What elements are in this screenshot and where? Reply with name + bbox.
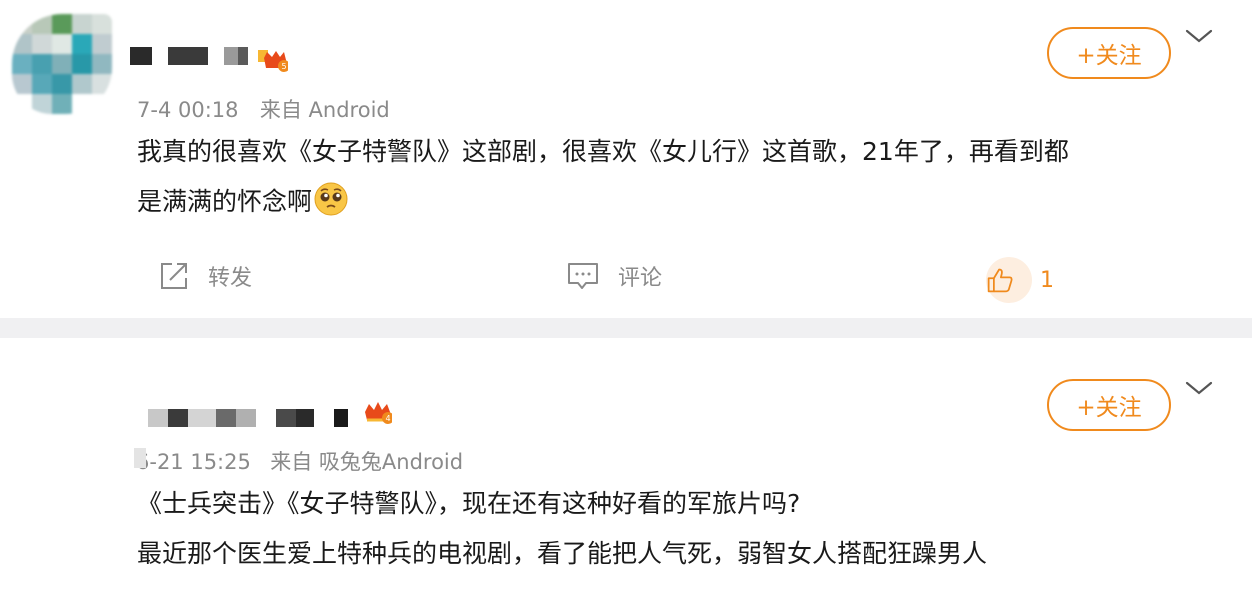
comment-card: 5 7-4 00:18 来自 Android 我真的很喜欢《女子特警队》这部剧，… — [0, 0, 1252, 318]
comment-line-2: 最近那个医生爱上特种兵的电视剧，看了能把人气死，弱智女人搭配狂躁男人 — [137, 539, 988, 568]
repost-label: 转发 — [208, 266, 253, 291]
avatar-mosaic-cell — [32, 34, 52, 54]
repost-icon — [161, 263, 187, 289]
avatar-mosaic-cell — [72, 34, 92, 54]
avatar-mosaic-cell — [12, 94, 32, 114]
post-separator — [0, 318, 1252, 338]
post-meta: 7-4 00:18 来自 Android — [137, 94, 390, 124]
comment-label: 评论 — [618, 266, 663, 291]
avatar-mosaic-cell — [52, 94, 72, 114]
vip-crown-icon: 5 — [258, 50, 288, 72]
post-meta: 6-21 15:25 来自 吸兔兔Android — [136, 446, 463, 476]
svg-text:5: 5 — [281, 62, 286, 71]
avatar-mosaic-cell — [32, 94, 52, 114]
pleading-face-icon — [314, 182, 348, 216]
avatar-mosaic-cell — [52, 74, 72, 94]
avatar-mosaic-cell — [12, 74, 32, 94]
avatar-mosaic-cell — [32, 74, 52, 94]
avatar-mosaic-cell — [72, 54, 92, 74]
comment-line-1: 我真的很喜欢《女子特警队》这部剧，很喜欢《女儿行》这首歌，21年了，再看到都 — [137, 137, 1069, 166]
svg-text:4: 4 — [385, 414, 390, 423]
follow-button[interactable]: +关注 — [1047, 27, 1171, 79]
comment-text: 我真的很喜欢《女子特警队》这部剧，很喜欢《女儿行》这首歌，21年了，再看到都 是… — [137, 127, 1069, 227]
avatar-mosaic-cell — [72, 14, 92, 34]
avatar-mosaic-cell — [92, 94, 112, 114]
post-time: 7-4 00:18 — [137, 98, 239, 122]
redaction-block — [134, 448, 146, 468]
like-icon-wrap — [986, 257, 1032, 303]
avatar-mosaic-cell — [72, 94, 92, 114]
avatar-mosaic-cell — [12, 14, 32, 34]
chevron-down-icon[interactable] — [1184, 378, 1214, 398]
comment-icon — [568, 263, 598, 289]
avatar-mosaic-cell — [32, 54, 52, 74]
comment-button[interactable]: 评论 — [566, 260, 662, 292]
avatar-mosaic-cell — [32, 14, 52, 34]
comment-text: 《士兵突击》《女子特警队》，现在还有这种好看的军旅片吗? 最近那个医生爱上特种兵… — [137, 479, 987, 579]
avatar[interactable] — [12, 14, 112, 114]
avatar-mosaic-cell — [52, 14, 72, 34]
chevron-down-icon[interactable] — [1184, 26, 1214, 46]
avatar-mosaic-cell — [12, 54, 32, 74]
thumbs-up-icon — [987, 268, 1013, 293]
avatar-mosaic-cell — [12, 34, 32, 54]
avatar-mosaic-cell — [92, 14, 112, 34]
post-source: 来自 吸兔兔Android — [270, 450, 464, 474]
post-time: 6-21 15:25 — [136, 450, 251, 474]
like-button[interactable]: 1 — [986, 257, 1054, 303]
avatar-mosaic-cell — [72, 74, 92, 94]
like-count: 1 — [1040, 267, 1054, 293]
follow-button[interactable]: +关注 — [1047, 379, 1171, 431]
avatar-mosaic-cell — [92, 34, 112, 54]
avatar-mosaic-cell — [92, 74, 112, 94]
post-source: 来自 Android — [259, 98, 390, 122]
avatar-mosaic-cell — [52, 54, 72, 74]
comment-line-1: 《士兵突击》《女子特警队》，现在还有这种好看的军旅片吗? — [137, 489, 801, 518]
comment-line-2: 是满满的怀念啊 — [137, 177, 1069, 227]
repost-button[interactable]: 转发 — [158, 260, 252, 292]
vip-crown-icon: 4 — [365, 402, 392, 424]
username-redacted[interactable] — [148, 406, 348, 430]
username-redacted[interactable] — [130, 44, 248, 68]
avatar-mosaic-cell — [52, 34, 72, 54]
avatar-mosaic-cell — [92, 54, 112, 74]
